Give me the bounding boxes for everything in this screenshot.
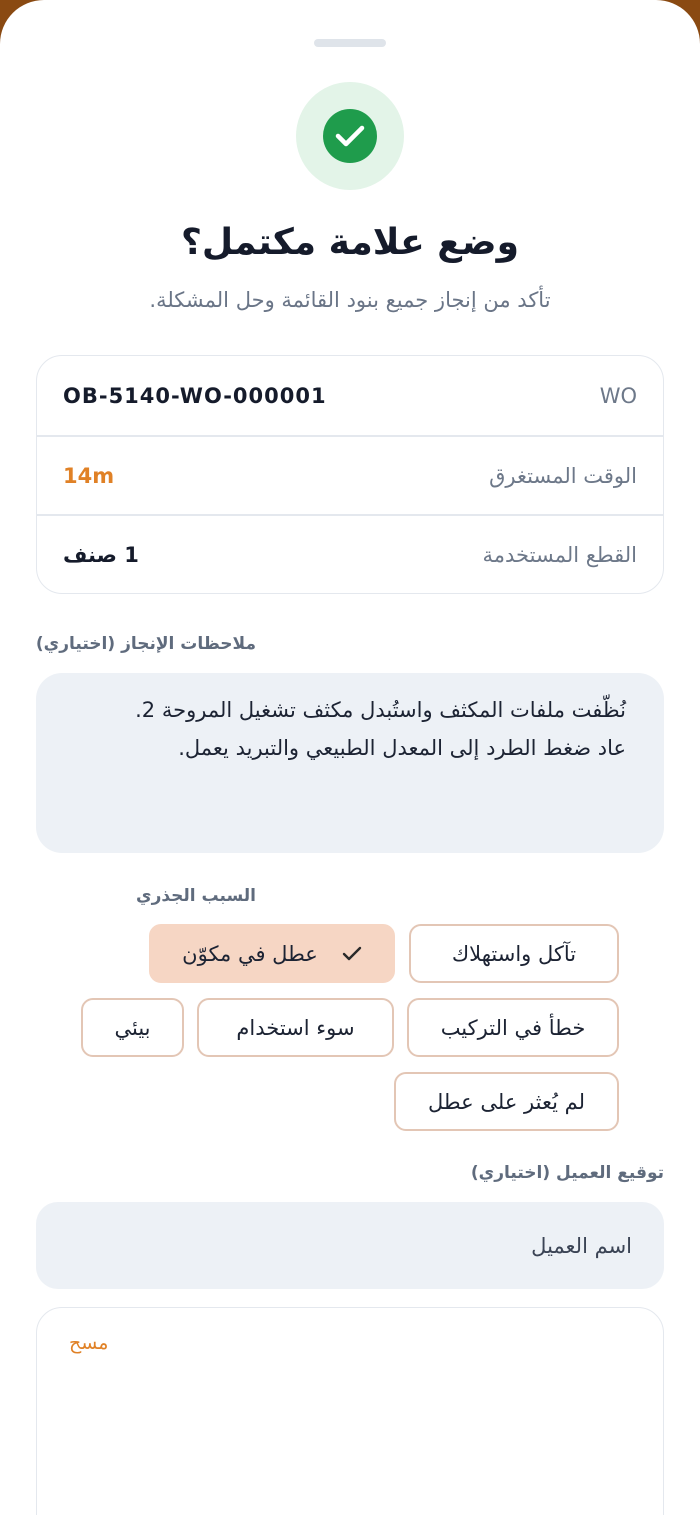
summary-row-parts: 1 صنف القطع المستخدمة (37, 515, 663, 594)
work-order-label: WO (599, 383, 637, 408)
root-cause-chip-no-fault-found[interactable]: لم يُعثر على عطل (394, 1072, 619, 1131)
summary-row-time: 14m الوقت المستغرق (37, 436, 663, 515)
chip-label: لم يُعثر على عطل (428, 1089, 585, 1114)
summary-row-wo: OB-5140-WO-000001 WO (37, 356, 663, 435)
time-spent-label: الوقت المستغرق (489, 463, 637, 488)
sheet-subtitle: تأكد من إنجاز جميع بنود القائمة وحل المش… (149, 288, 551, 312)
chip-label: عطل في مكوّن (182, 941, 318, 966)
root-cause-chip-wear[interactable]: تآكل واستهلاك (409, 924, 619, 983)
success-badge (296, 82, 404, 190)
parts-used-value: 1 صنف (63, 542, 139, 567)
client-name-input[interactable]: اسم العميل (36, 1202, 664, 1289)
parts-used-label: القطع المستخدمة (482, 542, 637, 567)
root-cause-chip-installation-error[interactable]: خطأ في التركيب (407, 998, 619, 1057)
work-order-number: OB-5140-WO-000001 (63, 383, 327, 408)
time-spent-value: 14m (63, 463, 115, 488)
bottom-sheet: وضع علامة مكتمل؟ تأكد من إنجاز جميع بنود… (0, 0, 700, 1515)
check-icon (342, 946, 362, 962)
work-order-summary: OB-5140-WO-000001 WO 14m الوقت المستغرق … (36, 355, 664, 594)
signature-label: توقيع العميل (اختياري) (470, 1163, 664, 1183)
completion-notes-input[interactable]: نُظّفت ملفات المكثف واستُبدل مكثف تشغيل … (36, 673, 664, 853)
chip-label: تآكل واستهلاك (451, 941, 577, 966)
root-cause-label: السبب الجذري (135, 886, 256, 906)
chip-label: خطأ في التركيب (440, 1015, 586, 1040)
root-cause-chip-component-failure[interactable]: عطل في مكوّن (149, 924, 395, 983)
clear-signature-button[interactable]: مسح (69, 1332, 108, 1354)
notes-line: عاد ضغط الطرد إلى المعدل الطبيعي والتبري… (178, 736, 626, 760)
chip-label: سوء استخدام (236, 1015, 355, 1040)
drag-handle[interactable] (314, 39, 386, 47)
root-cause-chip-environmental[interactable]: بيئي (81, 998, 184, 1057)
sheet-title: وضع علامة مكتمل؟ (181, 222, 519, 263)
root-cause-chip-misuse[interactable]: سوء استخدام (197, 998, 394, 1057)
notes-label: ملاحظات الإنجاز (اختياري) (35, 634, 256, 654)
check-circle-icon (323, 109, 377, 163)
client-name-placeholder: اسم العميل (531, 1233, 632, 1258)
notes-line: نُظّفت ملفات المكثف واستُبدل مكثف تشغيل … (135, 698, 626, 722)
chip-label: بيئي (114, 1015, 151, 1040)
signature-pad[interactable]: مسح (36, 1307, 664, 1515)
